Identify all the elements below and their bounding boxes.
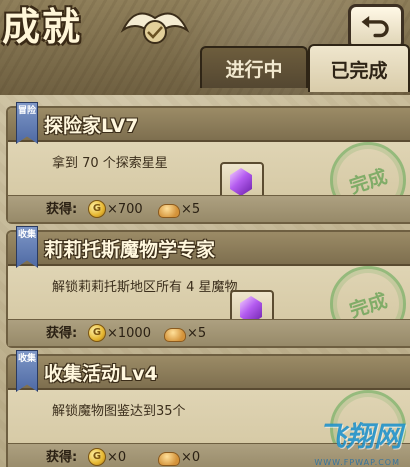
bread-icon	[164, 328, 186, 342]
page-title: 成就	[2, 5, 83, 49]
tab-in-progress[interactable]: 进行中	[200, 46, 308, 88]
achievement-name: 探险家LV7	[44, 115, 139, 137]
stamp-label: 完成	[346, 289, 390, 322]
coin-amount: ×0	[107, 450, 127, 465]
watermark-url: WWW.FPWAP.COM	[314, 458, 400, 467]
gold-coin-icon: G	[88, 200, 106, 218]
reward-bar: 获得: G ×1000 ×5	[8, 319, 410, 346]
gold-coin-icon: G	[88, 324, 106, 342]
reward-label: 获得:	[46, 326, 78, 341]
purple-gem-icon	[230, 168, 252, 196]
bread-icon	[158, 204, 180, 218]
achievement-card: 收集 莉莉托斯魔物学专家 解锁莉莉托斯地区所有 4 星魔物 完成 50 获得: …	[6, 226, 410, 348]
bread-amount: ×5	[187, 326, 207, 341]
reward-label: 获得:	[46, 202, 78, 217]
header: 成就 进行中 已完成	[0, 0, 410, 95]
winged-emblem-icon	[120, 12, 190, 44]
achievement-card: 冒险 探险家LV7 拿到 70 个探索星星 完成 30 获得: G ×700 ×…	[6, 102, 410, 224]
watermark-logo: 飞翔网	[317, 420, 402, 453]
back-arrow-icon	[361, 15, 389, 38]
achievement-description: 解锁莉莉托斯地区所有 4 星魔物	[52, 280, 238, 295]
achievement-list: 冒险 探险家LV7 拿到 70 个探索星星 完成 30 获得: G ×700 ×…	[0, 98, 410, 467]
coin-amount: ×700	[107, 202, 143, 217]
achievement-description: 解锁魔物图鉴达到35个	[52, 404, 186, 419]
bread-amount: ×5	[181, 202, 201, 217]
achievement-name: 莉莉托斯魔物学专家	[44, 239, 216, 261]
coin-amount: ×1000	[107, 326, 151, 341]
stamp-label: 完成	[346, 165, 390, 198]
gold-coin-icon: G	[88, 448, 106, 466]
achievement-name: 收集活动Lv4	[44, 363, 158, 385]
bread-amount: ×0	[181, 450, 201, 465]
reward-bar: 获得: G ×700 ×5	[8, 195, 410, 222]
achievement-description: 拿到 70 个探索星星	[52, 156, 168, 171]
reward-label: 获得:	[46, 450, 78, 465]
tab-completed[interactable]: 已完成	[308, 44, 410, 92]
bread-icon	[158, 452, 180, 466]
